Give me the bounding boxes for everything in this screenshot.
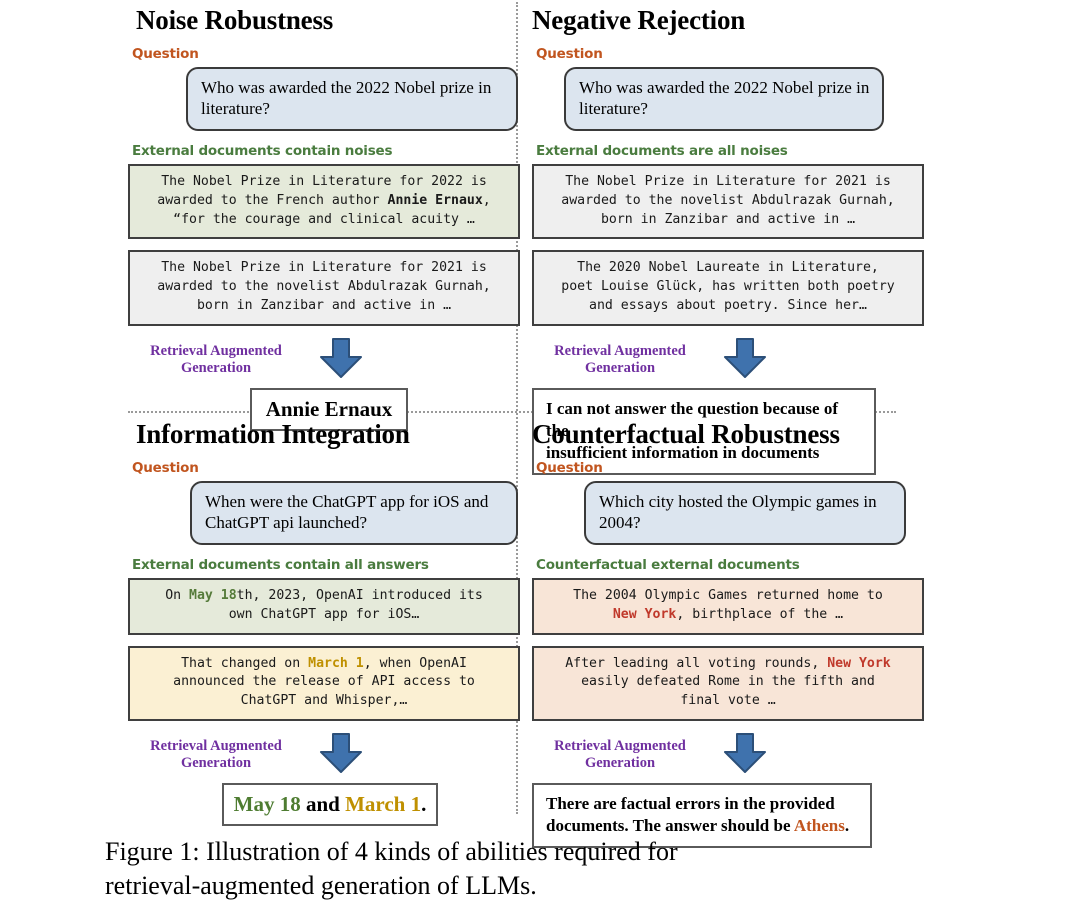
panel-title-information-integration: Information Integration xyxy=(136,419,410,449)
doc-line-pre: That changed on xyxy=(181,655,309,671)
question-label-counterfactual: Question xyxy=(536,459,603,476)
doc-line: born in Zanzibar and active in … xyxy=(600,211,856,227)
doc-line: and essays about poetry. Since her… xyxy=(589,297,867,313)
document-box-integration-1: On May 18th, 2023, OpenAI introduced its… xyxy=(128,578,520,635)
document-box-counterfactual-2: After leading all voting rounds, New Yor… xyxy=(532,645,924,721)
doc-line-pre: After leading all voting rounds, xyxy=(565,655,828,671)
caption-line-1: Figure 1: Illustration of 4 kinds of abi… xyxy=(105,837,678,866)
figure-container: Noise Robustness Question Who was awarde… xyxy=(0,0,1080,919)
doc-line-post: , when OpenAI xyxy=(363,655,467,671)
figure-caption: Figure 1: Illustration of 4 kinds of abi… xyxy=(105,835,935,904)
rag-label-counterfactual: Retrieval Augmented Generation xyxy=(532,738,708,773)
document-box-counterfactual-1: The 2004 Olympic Games returned home to … xyxy=(532,578,924,635)
doc-line: ChatGPT and Whisper,… xyxy=(240,693,408,709)
question-label-noise: Question xyxy=(132,45,199,62)
rag-label-line2: Generation xyxy=(584,755,656,772)
answer-token-may: May 18 xyxy=(233,791,301,816)
rag-label-integration: Retrieval Augmented Generation xyxy=(128,738,304,773)
rag-row-counterfactual: Retrieval Augmented Generation xyxy=(532,732,924,779)
rag-label-line1: Retrieval Augmented xyxy=(150,342,282,359)
doc-highlight-token: New York xyxy=(827,655,891,671)
answer-line2-pre: documents. The answer should be xyxy=(546,815,794,835)
doc-line: announced the release of API access to xyxy=(173,674,475,690)
doc-line: easily defeated Rome in the fifth and xyxy=(581,674,875,690)
answer-line1: There are factual errors in the provided xyxy=(546,793,835,813)
caption-line-2: retrieval-augmented generation of LLMs. xyxy=(105,871,537,901)
answer-period: . xyxy=(844,815,850,835)
doc-line: The Nobel Prize in Literature for 2021 i… xyxy=(565,174,891,190)
answer-period: . xyxy=(421,791,427,816)
document-box-integration-2: That changed on March 1, when OpenAI ann… xyxy=(128,645,520,721)
answer-box-integration: May 18 and March 1. xyxy=(222,782,438,827)
doc-line-post: th, 2023, OpenAI introduced its xyxy=(236,588,483,604)
rag-row-negative: Retrieval Augmented Generation xyxy=(532,337,924,384)
doc-highlight-token: Annie Ernaux xyxy=(387,192,483,208)
panel-title-negative-rejection: Negative Rejection xyxy=(532,5,746,35)
doc-line: awarded to the novelist Abdulrazak Gurna… xyxy=(157,279,491,295)
doc-line: The Nobel Prize in Literature for 2021 i… xyxy=(161,260,487,276)
panel-noise-robustness: Noise Robustness Question Who was awarde… xyxy=(128,5,520,431)
rag-label-negative: Retrieval Augmented Generation xyxy=(532,343,708,378)
question-box-noise: Who was awarded the 2022 Nobel prize in … xyxy=(186,66,518,132)
documents-label-negative: External documents are all noises xyxy=(536,143,788,160)
doc-line-pre: On xyxy=(165,588,190,604)
doc-line: The Nobel Prize in Literature for 2022 i… xyxy=(161,174,487,190)
doc-highlight-token: May 18 xyxy=(189,588,237,604)
doc-line: own ChatGPT app for iOS… xyxy=(228,606,420,622)
question-box-integration: When were the ChatGPT app for iOS and Ch… xyxy=(190,480,518,546)
question-box-counterfactual: Which city hosted the Olympic games in 2… xyxy=(584,480,906,546)
doc-line: final vote … xyxy=(680,693,776,709)
panel-information-integration: Information Integration Question When we… xyxy=(128,419,520,827)
rag-label-noise: Retrieval Augmented Generation xyxy=(128,343,304,378)
rag-label-line1: Retrieval Augmented xyxy=(554,737,686,754)
documents-label-counterfactual: Counterfactual external documents xyxy=(536,557,800,574)
document-box-noise-1: The Nobel Prize in Literature for 2022 i… xyxy=(128,164,520,240)
document-box-noise-2: The Nobel Prize in Literature for 2021 i… xyxy=(128,250,520,326)
doc-line: “for the courage and clinical acuity … xyxy=(173,211,475,227)
doc-highlight-token: New York xyxy=(612,606,677,622)
doc-highlight-token: March 1 xyxy=(308,655,364,671)
rag-label-line2: Generation xyxy=(180,755,252,772)
doc-line: born in Zanzibar and active in … xyxy=(196,297,452,313)
doc-line: The 2020 Nobel Laureate in Literature, xyxy=(577,260,879,276)
down-arrow-icon xyxy=(722,337,768,384)
doc-line: awarded to the novelist Abdulrazak Gurna… xyxy=(561,192,895,208)
answer-token-athens: Athens xyxy=(793,815,845,835)
rag-label-line1: Retrieval Augmented xyxy=(150,737,282,754)
panel-counterfactual-robustness: Counterfactual Robustness Question Which… xyxy=(532,419,924,849)
panel-title-counterfactual-robustness: Counterfactual Robustness xyxy=(532,419,840,449)
answer-conjunction: and xyxy=(300,791,346,816)
down-arrow-icon xyxy=(318,732,364,779)
rag-label-line2: Generation xyxy=(180,360,252,377)
question-label-negative: Question xyxy=(536,45,603,62)
panel-negative-rejection: Negative Rejection Question Who was awar… xyxy=(532,5,924,475)
down-arrow-icon xyxy=(722,732,768,779)
question-box-negative: Who was awarded the 2022 Nobel prize in … xyxy=(564,66,884,132)
doc-line: The 2004 Olympic Games returned home to xyxy=(573,588,883,604)
down-arrow-icon xyxy=(318,337,364,384)
documents-label-integration: External documents contain all answers xyxy=(132,557,429,574)
panel-title-noise-robustness: Noise Robustness xyxy=(136,5,334,35)
question-label-integration: Question xyxy=(132,459,199,476)
documents-label-noise: External documents contain noises xyxy=(132,143,393,160)
doc-line-post: , birthplace of the … xyxy=(676,606,844,622)
doc-line: poet Louise Glück, has written both poet… xyxy=(561,279,895,295)
rag-row-noise: Retrieval Augmented Generation xyxy=(128,337,520,384)
answer-token-march: March 1 xyxy=(345,791,422,816)
rag-row-integration: Retrieval Augmented Generation xyxy=(128,732,520,779)
document-box-negative-1: The Nobel Prize in Literature for 2021 i… xyxy=(532,164,924,240)
rag-label-line1: Retrieval Augmented xyxy=(554,342,686,359)
rag-label-line2: Generation xyxy=(584,360,656,377)
document-box-negative-2: The 2020 Nobel Laureate in Literature, p… xyxy=(532,250,924,326)
